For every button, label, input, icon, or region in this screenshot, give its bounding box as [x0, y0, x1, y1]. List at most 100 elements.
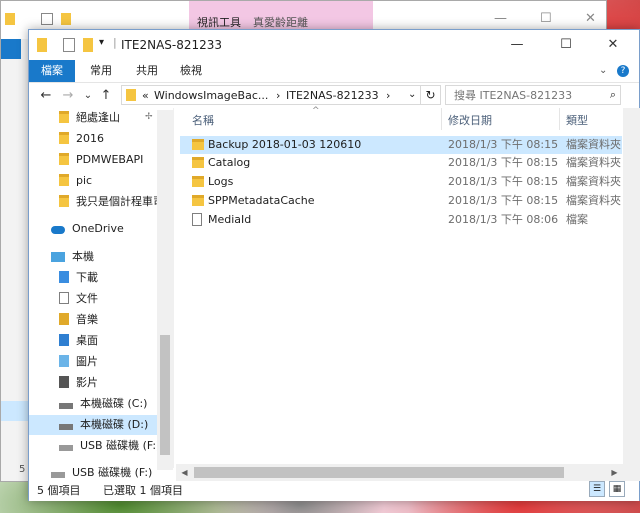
breadcrumb-windowsimagebackup[interactable]: WindowsImageBac...: [154, 89, 268, 102]
folder-icon: [59, 132, 69, 144]
folder-icon: [59, 111, 69, 123]
close-button[interactable]: ✕: [585, 11, 601, 27]
nav-label: USB 磁碟機 (F:): [80, 439, 161, 452]
titlebar: ▾ | ITE2NAS-821233 — ☐ ✕: [29, 30, 639, 60]
nav-item-videos[interactable]: 影片: [59, 373, 98, 393]
file-row[interactable]: Catalog 2018/1/3 下午 08:15 檔案資料夾: [180, 154, 622, 172]
file-type: 檔案資料夾: [566, 175, 621, 188]
large-icons-view-icon[interactable]: ▦: [609, 481, 625, 497]
file-date: 2018/1/3 下午 08:15: [448, 156, 559, 169]
explorer-window: ▾ | ITE2NAS-821233 — ☐ ✕ 檔案 常用 共用 檢視 ⌄ ?…: [28, 29, 640, 501]
file-name: Catalog: [208, 156, 251, 169]
background-status: 5: [19, 464, 26, 475]
column-divider[interactable]: [441, 108, 442, 130]
forward-arrow-icon[interactable]: →: [59, 87, 77, 105]
up-arrow-icon[interactable]: ↑: [97, 87, 115, 105]
new-folder-icon[interactable]: [83, 38, 93, 52]
scroll-right-icon[interactable]: ▶: [606, 464, 623, 481]
background-selection: [1, 401, 29, 421]
column-type[interactable]: 類型: [566, 112, 588, 128]
ribbon-tabs: 檔案 常用 共用 檢視 ⌄ ?: [29, 60, 639, 82]
ribbon-expand-icon[interactable]: ⌄: [599, 65, 607, 76]
help-icon[interactable]: ?: [617, 65, 629, 77]
nav-label: 文件: [76, 292, 98, 305]
file-name: Backup 2018-01-03 120610: [208, 138, 362, 151]
recent-locations-icon[interactable]: ⌄: [79, 87, 97, 105]
details-view-icon[interactable]: ☰: [589, 481, 605, 497]
list-vertical-scrollbar[interactable]: [623, 108, 640, 481]
folder-icon: [59, 153, 69, 165]
breadcrumb-ite2nas[interactable]: ITE2NAS-821233: [286, 89, 379, 102]
nav-label: 下載: [76, 271, 98, 284]
nav-item-pictures[interactable]: 圖片: [59, 352, 98, 372]
tab-share[interactable]: 共用: [127, 60, 167, 82]
nav-item-drive-c[interactable]: 本機磁碟 (C:): [59, 394, 147, 414]
minimize-button[interactable]: —: [497, 34, 537, 56]
breadcrumb-separator[interactable]: ›: [386, 89, 390, 102]
nav-item-quick-4[interactable]: 我只是個計程車司: [59, 192, 164, 212]
back-arrow-icon[interactable]: ←: [37, 87, 55, 105]
nav-item-quick-2[interactable]: PDMWEBAPI: [59, 150, 143, 170]
file-row[interactable]: SPPMetadataCache 2018/1/3 下午 08:15 檔案資料夾: [180, 192, 622, 210]
drive-icon: [59, 403, 73, 409]
horizontal-scrollbar-thumb[interactable]: [194, 467, 564, 478]
address-dropdown-icon[interactable]: ⌄: [408, 89, 416, 100]
file-date: 2018/1/3 下午 08:06: [448, 213, 559, 226]
qat-dropdown-icon[interactable]: ▾: [99, 37, 104, 48]
nav-item-usb-root[interactable]: USB 磁碟機 (F:): [51, 463, 152, 483]
nav-item-onedrive[interactable]: OneDrive: [51, 219, 124, 239]
list-horizontal-scrollbar[interactable]: ◀ ▶: [176, 464, 623, 481]
nav-item-downloads[interactable]: 下載: [59, 268, 98, 288]
nav-item-this-pc[interactable]: 本機: [51, 247, 94, 267]
column-date[interactable]: 修改日期: [448, 112, 492, 128]
file-row[interactable]: Logs 2018/1/3 下午 08:15 檔案資料夾: [180, 173, 622, 191]
tab-file[interactable]: 檔案: [29, 60, 75, 82]
usb-drive-icon: [59, 445, 73, 451]
title-separator: |: [113, 36, 117, 49]
selected-count: 已選取 1 個項目: [103, 484, 183, 497]
maximize-button[interactable]: ☐: [540, 11, 556, 27]
file-type: 檔案資料夾: [566, 156, 621, 169]
properties-icon[interactable]: [63, 38, 75, 52]
nav-label: USB 磁碟機 (F:): [72, 466, 153, 479]
column-divider[interactable]: [559, 108, 560, 130]
search-icon[interactable]: ⌕: [610, 88, 616, 102]
nav-item-drive-d[interactable]: 本機磁碟 (D:): [29, 415, 157, 435]
file-name: MediaId: [208, 213, 252, 226]
file-name: SPPMetadataCache: [208, 194, 315, 207]
nav-label: 本機磁碟 (D:): [80, 418, 149, 431]
nav-item-desktop[interactable]: 桌面: [59, 331, 98, 351]
file-row[interactable]: MediaId 2018/1/3 下午 08:06 檔案: [180, 211, 622, 229]
background-ribbon-tab: [1, 39, 21, 59]
drive-icon: [59, 424, 73, 430]
address-bar[interactable]: « WindowsImageBac... › ITE2NAS-821233 › …: [121, 85, 421, 105]
pin-icon[interactable]: ✢: [145, 112, 153, 122]
nav-scrollbar-thumb[interactable]: [160, 335, 170, 455]
context-tab-label: 視訊工具: [197, 16, 241, 29]
tab-view[interactable]: 檢視: [171, 60, 211, 82]
file-row[interactable]: Backup 2018-01-03 120610 2018/1/3 下午 08:…: [180, 136, 622, 154]
nav-item-usb-f[interactable]: USB 磁碟機 (F:): [59, 436, 160, 456]
search-input[interactable]: [452, 88, 606, 103]
nav-item-music[interactable]: 音樂: [59, 310, 98, 330]
file-name: Logs: [208, 175, 234, 188]
nav-item-quick-1[interactable]: 2016: [59, 129, 104, 149]
nav-item-documents[interactable]: 文件: [59, 289, 98, 309]
address-overflow[interactable]: «: [142, 89, 149, 102]
close-button[interactable]: ✕: [593, 34, 633, 56]
nav-item-quick-0[interactable]: 絕處逢山: [59, 108, 120, 128]
search-box[interactable]: ⌕: [445, 85, 621, 105]
tab-home[interactable]: 常用: [81, 60, 121, 82]
file-date: 2018/1/3 下午 08:15: [448, 138, 559, 151]
scroll-left-icon[interactable]: ◀: [176, 464, 193, 481]
pictures-icon: [59, 355, 69, 367]
refresh-icon[interactable]: ↻: [421, 85, 441, 105]
nav-label: 我只是個計程車司: [76, 195, 164, 208]
column-name[interactable]: 名稱: [192, 112, 214, 128]
nav-scrollbar[interactable]: [157, 110, 173, 470]
nav-item-quick-3[interactable]: pic: [59, 171, 92, 191]
maximize-button[interactable]: ☐: [546, 34, 586, 56]
column-headers: ^ 名稱 修改日期 類型: [176, 106, 640, 130]
minimize-button[interactable]: —: [494, 11, 510, 27]
breadcrumb-separator[interactable]: ›: [276, 89, 280, 102]
